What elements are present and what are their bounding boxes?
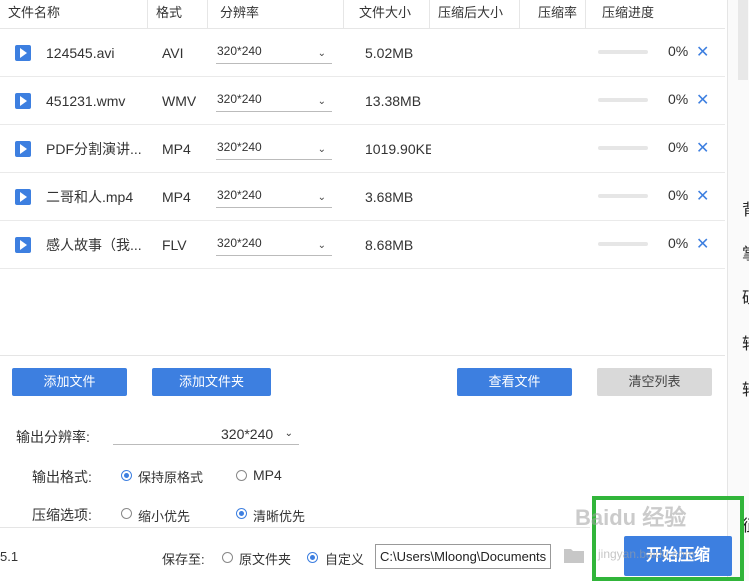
chevron-down-icon: ⌄ [317,48,326,59]
column-header-compressed-size[interactable]: 压缩后大小 [430,0,520,28]
file-format: AVI [162,45,184,61]
format-keep-label[interactable]: 保持原格式 [138,467,203,486]
video-file-icon [15,45,31,61]
file-size: 13.38MB [365,93,422,109]
save-custom-label[interactable]: 自定义 [325,549,364,568]
table-row[interactable]: 二哥和人.mp4 MP4 320*240 ⌄ 3.68MB 0% ✕ [0,173,725,221]
progress-percent: 0% [668,187,689,203]
resolution-select[interactable]: 320*240 ⌄ [216,90,332,112]
background-text-fragment: 转 [742,330,749,354]
progress-percent: 0% [668,139,689,155]
compress-small-label[interactable]: 缩小优先 [138,506,190,525]
column-header-name[interactable]: 文件名称 [0,0,148,28]
file-size: 5.02MB [365,45,414,61]
compress-clear-radio[interactable] [236,508,247,519]
save-original-radio[interactable] [222,552,233,563]
close-icon[interactable]: ✕ [696,221,709,269]
close-icon[interactable]: ✕ [696,29,709,77]
file-format: WMV [162,93,197,109]
progress-bar [598,194,648,198]
table-row[interactable]: 感人故事（我... FLV 320*240 ⌄ 8.68MB 0% ✕ [0,221,725,269]
resolution-select[interactable]: 320*240 ⌄ [216,42,332,64]
folder-icon[interactable] [563,546,585,564]
compress-small-radio[interactable] [121,508,132,519]
output-resolution-value: 320*240 [221,426,274,442]
resolution-value: 320*240 [217,140,262,154]
video-file-icon [15,237,31,253]
compress-option-label: 压缩选项: [32,507,92,523]
close-icon[interactable]: ✕ [696,125,709,173]
resolution-value: 320*240 [217,92,262,106]
table-row[interactable]: 124545.avi AVI 320*240 ⌄ 5.02MB 0% ✕ [0,29,725,77]
watermark-url: jingyan.baidu.com [598,547,695,561]
chevron-down-icon: ⌄ [284,428,293,439]
chevron-down-icon: ⌄ [317,240,326,251]
resolution-value: 320*240 [217,44,262,58]
background-text-fragment: 转 [742,376,749,400]
format-keep-radio[interactable] [121,470,132,481]
column-header-resolution[interactable]: 分辨率 [208,0,344,28]
video-file-icon [15,189,31,205]
resolution-select[interactable]: 320*240 ⌄ [216,186,332,208]
file-name: 124545.avi [46,45,115,61]
chevron-down-icon: ⌄ [317,192,326,203]
save-original-label[interactable]: 原文件夹 [239,549,291,568]
background-text-fragment: 背 [742,196,749,220]
progress-percent: 0% [668,91,689,107]
file-format: MP4 [162,189,191,205]
compress-clear-label[interactable]: 清晰优先 [253,506,305,525]
video-file-icon [15,141,31,157]
progress-bar [598,242,648,246]
footer-divider [0,527,590,528]
file-name: 感人故事（我... [46,237,142,253]
file-size: 3.68MB [365,189,414,205]
background-window-edge: 背 掌 砚 转 转 征 [727,0,749,581]
save-to-label: 保存至: [162,552,205,567]
file-format: MP4 [162,141,191,157]
progress-percent: 0% [668,235,689,251]
format-mp4-radio[interactable] [236,470,247,481]
version-text: 5.1 [0,549,19,564]
progress-percent: 0% [668,43,689,59]
background-text-fragment: 砚 [742,284,749,308]
resolution-select[interactable]: 320*240 ⌄ [216,138,332,160]
clear-list-button[interactable]: 清空列表 [597,368,712,396]
close-icon[interactable]: ✕ [696,77,709,125]
column-header-size[interactable]: 文件大小 [344,0,430,28]
column-header-progress[interactable]: 压缩进度 [586,0,725,28]
output-resolution-label: 输出分辨率: [16,429,90,445]
save-custom-radio[interactable] [307,552,318,563]
file-size: 1019.90KE [365,141,431,157]
chevron-down-icon: ⌄ [317,144,326,155]
file-name: 451231.wmv [46,93,126,109]
close-icon[interactable]: ✕ [696,173,709,221]
watermark-logo: Baidu 经验 [575,505,687,530]
file-name: 二哥和人.mp4 [46,189,134,205]
file-table: 文件名称 格式 分辨率 文件大小 压缩后大小 压缩率 压缩进度 124545.a… [0,0,725,356]
table-row[interactable]: PDF分割演讲... MP4 320*240 ⌄ 1019.90KE 0% ✕ [0,125,725,173]
resolution-value: 320*240 [217,188,262,202]
progress-bar [598,146,648,150]
output-resolution-select[interactable]: 320*240 ⌄ [113,425,299,445]
file-format: FLV [162,237,187,253]
output-format-label: 输出格式: [32,469,92,485]
save-path-input[interactable]: C:\Users\Mloong\Documents [375,544,551,569]
video-file-icon [15,93,31,109]
file-name: PDF分割演讲... [46,141,142,157]
resolution-select[interactable]: 320*240 ⌄ [216,234,332,256]
table-row[interactable]: 451231.wmv WMV 320*240 ⌄ 13.38MB 0% ✕ [0,77,725,125]
background-scrollbar [738,0,748,80]
format-mp4-label[interactable]: MP4 [253,467,282,483]
add-file-button[interactable]: 添加文件 [12,368,127,396]
view-files-button[interactable]: 查看文件 [457,368,572,396]
resolution-value: 320*240 [217,236,262,250]
add-folder-button[interactable]: 添加文件夹 [152,368,271,396]
column-header-ratio[interactable]: 压缩率 [520,0,586,28]
background-text-fragment: 掌 [742,240,749,264]
chevron-down-icon: ⌄ [317,96,326,107]
column-header-format[interactable]: 格式 [148,0,208,28]
progress-bar [598,98,648,102]
progress-bar [598,50,648,54]
file-size: 8.68MB [365,237,414,253]
